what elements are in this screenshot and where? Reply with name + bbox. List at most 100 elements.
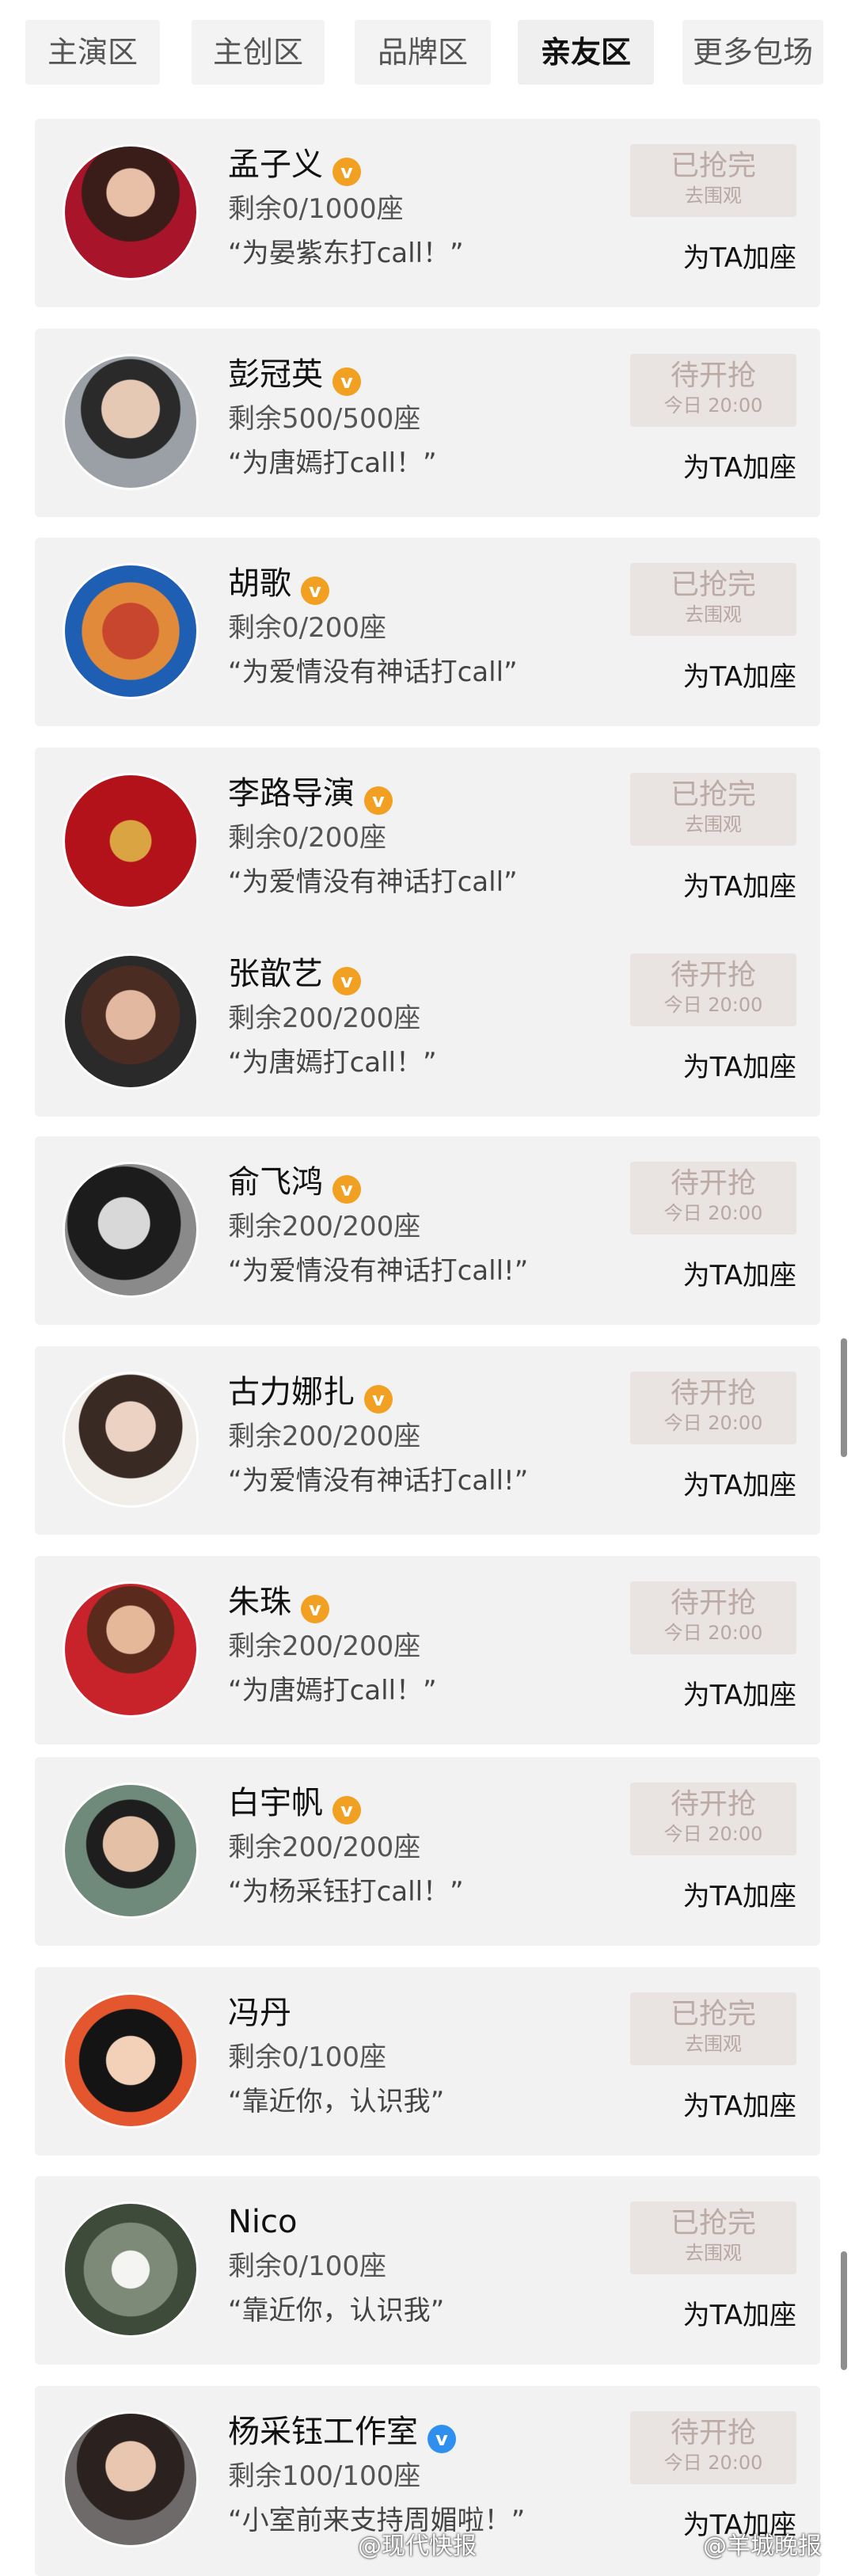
status-button[interactable]: 已抢完 去围观 bbox=[630, 144, 796, 217]
member-name: 朱珠 v bbox=[228, 1580, 329, 1624]
member-name-text: 杨采钰工作室 bbox=[228, 2414, 418, 2450]
status-sub-label: 今日 20:00 bbox=[663, 1202, 763, 1224]
remaining-seats: 剩余200/200座 bbox=[228, 1832, 421, 1863]
status-sub-label: 去围观 bbox=[685, 603, 742, 626]
support-slogan: “为爱情没有神话打call” bbox=[228, 866, 518, 898]
list-item: 孟子义 v 剩余0/1000座 “为晏紫东打call！” 已抢完 去围观 为TA加座 bbox=[35, 119, 820, 307]
member-name: 杨采钰工作室 v bbox=[228, 2410, 456, 2454]
avatar[interactable] bbox=[65, 565, 196, 697]
member-name-text: 李路导演 bbox=[228, 775, 355, 812]
status-label: 已抢完 bbox=[670, 569, 756, 601]
avatar[interactable] bbox=[65, 146, 196, 278]
status-button[interactable]: 待开抢 今日 20:00 bbox=[630, 1783, 796, 1855]
status-button[interactable]: 待开抢今日 20:00 bbox=[630, 1581, 796, 1654]
avatar[interactable] bbox=[65, 956, 196, 1087]
status-label: 待开抢 bbox=[670, 1167, 756, 1200]
status-button[interactable]: 待开抢 今日 20:00 bbox=[630, 953, 796, 1026]
status-label: 已抢完 bbox=[670, 2207, 756, 2239]
remaining-seats: 剩余200/200座 bbox=[228, 1211, 421, 1242]
list-item: Nico 剩余0/100座 “靠近你，认识我” 已抢完 去围观 为TA加座 bbox=[35, 2176, 820, 2365]
add-seat-link[interactable]: 为TA加座 bbox=[630, 1467, 796, 1505]
scrollbar-thumb[interactable] bbox=[841, 2251, 847, 2370]
status-sub-label: 今日 20:00 bbox=[663, 1823, 763, 1845]
support-slogan: “为爱情没有神话打call” bbox=[228, 656, 518, 688]
member-name-text: 冯丹 bbox=[228, 1995, 291, 2031]
verified-badge-icon: v bbox=[332, 1175, 361, 1204]
avatar[interactable] bbox=[65, 2414, 196, 2545]
status-label: 已抢完 bbox=[670, 150, 756, 182]
status-button[interactable]: 待开抢 今日 20:00 bbox=[630, 354, 796, 427]
add-seat-link[interactable]: 为TA加座 bbox=[630, 1257, 796, 1295]
avatar[interactable] bbox=[65, 1164, 196, 1296]
status-label: 已抢完 bbox=[670, 778, 756, 811]
status-sub-label: 去围观 bbox=[685, 2033, 742, 2055]
support-slogan: “为杨采钰打call！” bbox=[228, 1876, 464, 1908]
add-seat-link[interactable]: 为TA加座 bbox=[630, 1878, 796, 1916]
member-name-text: 张歆艺 bbox=[228, 956, 323, 992]
status-button[interactable]: 已抢完 去围观 bbox=[630, 563, 796, 636]
status-button[interactable]: 已抢完 去围观 bbox=[630, 1992, 796, 2065]
list-item: 彭冠英 v 剩余500/500座 “为唐嫣打call！” 待开抢 今日 20:00 … bbox=[35, 329, 820, 517]
support-slogan: “为唐嫣打call！” bbox=[228, 447, 437, 479]
remaining-seats: 剩余500/500座 bbox=[228, 403, 421, 435]
avatar[interactable] bbox=[65, 1374, 196, 1505]
member-name: 彭冠英 v bbox=[228, 352, 361, 397]
status-button[interactable]: 待开抢 今日 20:00 bbox=[630, 1162, 796, 1235]
status-sub-label: 今日 20:00 bbox=[663, 2452, 763, 2474]
member-name-text: 孟子义 bbox=[228, 146, 323, 183]
status-sub-label: 去围观 bbox=[685, 185, 742, 207]
list-item: 李路导演 v 剩余0/200座 “为爱情没有神话打call” 已抢完 去围观 为TA… bbox=[35, 748, 820, 936]
avatar[interactable] bbox=[65, 1995, 196, 2126]
member-name-text: 俞飞鸿 bbox=[228, 1164, 323, 1200]
add-seat-link[interactable]: 为TA加座 bbox=[630, 2087, 796, 2125]
verified-badge-icon: v bbox=[364, 786, 393, 815]
verified-badge-icon: v bbox=[301, 1595, 329, 1623]
status-button[interactable]: 已抢完 去围观 bbox=[630, 2201, 796, 2274]
avatar[interactable] bbox=[65, 356, 196, 488]
status-label: 已抢完 bbox=[670, 1998, 756, 2030]
add-seat-link[interactable]: 为TA加座 bbox=[630, 239, 796, 277]
member-name: 孟子义 v bbox=[228, 143, 361, 187]
remaining-seats: 剩余0/100座 bbox=[228, 2251, 386, 2282]
add-seat-link[interactable]: 为TA加座 bbox=[630, 1676, 796, 1714]
list-item: 白宇帆 v 剩余200/200座 “为杨采钰打call！” 待开抢 今日 20:00… bbox=[35, 1757, 820, 1946]
member-name-text: 白宇帆 bbox=[228, 1785, 323, 1821]
member-name: 冯丹 bbox=[228, 1991, 291, 2035]
verified-badge-icon: v bbox=[332, 367, 361, 396]
list-item: 古力娜扎 v 剩余200/200座 “为爱情没有神话打call!” 待开抢 今日 2… bbox=[35, 1346, 820, 1535]
status-button[interactable]: 待开抢 今日 20:00 bbox=[630, 1372, 796, 1444]
member-name: 李路导演 v bbox=[228, 771, 393, 816]
status-sub-label: 去围观 bbox=[685, 813, 742, 835]
member-name-text: 彭冠英 bbox=[228, 356, 323, 393]
verified-badge-icon: v bbox=[301, 576, 329, 605]
add-seat-link[interactable]: 为TA加座 bbox=[630, 2296, 796, 2334]
avatar[interactable] bbox=[65, 775, 196, 907]
add-seat-link[interactable]: 为TA加座 bbox=[630, 868, 796, 906]
verified-badge-icon: v bbox=[428, 2425, 456, 2453]
add-seat-link[interactable]: 为TA加座 bbox=[630, 658, 796, 696]
list-item: 张歆艺 v 剩余200/200座 “为唐嫣打call！” 待开抢 今日 20:00 … bbox=[35, 928, 820, 1117]
add-seat-link[interactable]: 为TA加座 bbox=[630, 1048, 796, 1086]
remaining-seats: 剩余0/200座 bbox=[228, 612, 386, 644]
support-slogan: “为晏紫东打call！” bbox=[228, 238, 464, 269]
list-item: 胡歌 v 剩余0/200座 “为爱情没有神话打call” 已抢完 去围观 为TA加座 bbox=[35, 538, 820, 726]
member-name: 古力娜扎 v bbox=[228, 1370, 393, 1414]
status-button[interactable]: 已抢完 去围观 bbox=[630, 773, 796, 846]
remaining-seats: 剩余0/100座 bbox=[228, 2041, 386, 2073]
scrollbar-thumb[interactable] bbox=[841, 1338, 847, 1457]
avatar[interactable] bbox=[65, 1785, 196, 1916]
status-button[interactable]: 待开抢 今日 20:00 bbox=[630, 2411, 796, 2484]
list-item: 朱珠 v 剩余200/200座 “为唐嫣打call！” 待开抢今日 20:00 为… bbox=[35, 1556, 820, 1745]
verified-badge-icon: v bbox=[364, 1385, 393, 1414]
remaining-seats: 剩余0/200座 bbox=[228, 822, 386, 854]
member-name: Nico bbox=[228, 2200, 298, 2244]
status-sub-label: 今日 20:00 bbox=[663, 1622, 763, 1644]
add-seat-link[interactable]: 为TA加座 bbox=[630, 449, 796, 487]
avatar[interactable] bbox=[65, 2204, 196, 2335]
status-label: 待开抢 bbox=[670, 1587, 756, 1619]
remaining-seats: 剩余200/200座 bbox=[228, 1630, 421, 1662]
list-item: 俞飞鸿 v 剩余200/200座 “为爱情没有神话打call!” 待开抢 今日 20… bbox=[35, 1136, 820, 1325]
status-label: 待开抢 bbox=[670, 959, 756, 991]
avatar[interactable] bbox=[65, 1584, 196, 1715]
support-slogan: “为唐嫣打call！” bbox=[228, 1675, 437, 1707]
